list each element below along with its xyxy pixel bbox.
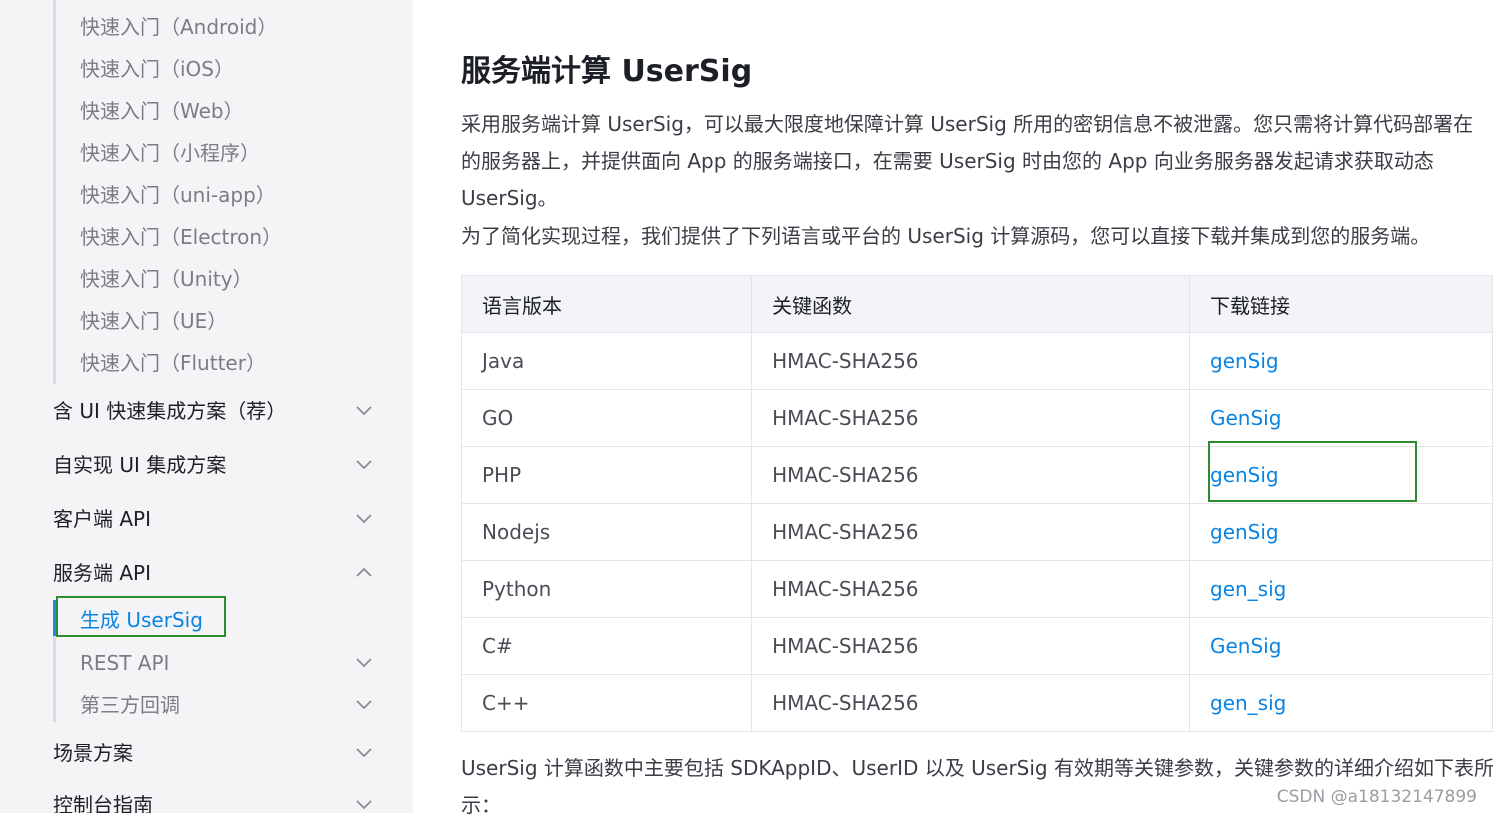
- outro-line-2: 示：: [461, 793, 501, 817]
- cell-language: Java: [460, 332, 753, 390]
- cell-function: HMAC-SHA256: [751, 560, 1190, 618]
- quickstart-group-line: [53, 0, 56, 384]
- sidebar-item-ue[interactable]: 快速入门（UE）: [80, 307, 227, 335]
- sidebar-section-scenarios[interactable]: 场景方案: [53, 738, 373, 768]
- highlight-box-sidebar: [56, 596, 226, 637]
- cell-function: HMAC-SHA256: [751, 446, 1190, 504]
- cell-function: HMAC-SHA256: [751, 503, 1190, 561]
- chevron-down-icon: [355, 697, 373, 711]
- table-row: C++ HMAC-SHA256 gen_sig: [460, 674, 1493, 732]
- chevron-down-icon: [355, 797, 373, 811]
- column-header-function: 关键函数: [751, 275, 1190, 333]
- download-link[interactable]: genSig: [1189, 503, 1493, 561]
- section-label: 客户端 API: [53, 507, 151, 531]
- chevron-down-icon: [355, 403, 373, 417]
- download-link[interactable]: GenSig: [1189, 389, 1493, 447]
- table-row: Nodejs HMAC-SHA256 genSig: [460, 503, 1493, 561]
- sidebar-section-console-guide[interactable]: 控制台指南: [53, 790, 373, 813]
- cell-language: Nodejs: [460, 503, 753, 561]
- sidebar-nav: 快速入门（Android） 快速入门（iOS） 快速入门（Web） 快速入门（小…: [0, 0, 413, 813]
- usersig-source-table: 语言版本 关键函数 下载链接 Java HMAC-SHA256 genSig G…: [460, 275, 1493, 732]
- sidebar-item-miniprogram[interactable]: 快速入门（小程序）: [80, 139, 260, 167]
- main-content: 服务端计算 UserSig 采用服务端计算 UserSig，可以最大限度地保障计…: [413, 0, 1493, 817]
- chevron-down-icon: [355, 745, 373, 759]
- download-link[interactable]: gen_sig: [1189, 560, 1493, 618]
- cell-language: GO: [460, 389, 753, 447]
- sidebar-item-unity[interactable]: 快速入门（Unity）: [80, 265, 253, 293]
- chevron-up-icon: [355, 565, 373, 579]
- table-row: C# HMAC-SHA256 GenSig: [460, 617, 1493, 675]
- item-label: 第三方回调: [80, 693, 180, 717]
- intro-line-3: UserSig。: [461, 186, 558, 210]
- highlight-box-php-link: [1208, 441, 1417, 502]
- watermark: CSDN @a18132147899: [1276, 787, 1477, 807]
- download-link[interactable]: gen_sig: [1189, 674, 1493, 732]
- download-link[interactable]: genSig: [1189, 332, 1493, 390]
- sidebar-section-server-api[interactable]: 服务端 API: [53, 558, 373, 588]
- table-row: Python HMAC-SHA256 gen_sig: [460, 560, 1493, 618]
- chevron-down-icon: [355, 655, 373, 669]
- sidebar-item-ios[interactable]: 快速入门（iOS）: [80, 55, 234, 83]
- section-label: 自实现 UI 集成方案: [53, 453, 227, 477]
- cell-language: PHP: [460, 446, 753, 504]
- cell-language: C#: [460, 617, 753, 675]
- cell-language: Python: [460, 560, 753, 618]
- sidebar-item-flutter[interactable]: 快速入门（Flutter）: [80, 349, 266, 377]
- page-title: 服务端计算 UserSig: [461, 54, 753, 89]
- table-header-row: 语言版本 关键函数 下载链接: [460, 275, 1493, 333]
- section-label: 场景方案: [53, 741, 133, 765]
- item-label: REST API: [80, 651, 170, 675]
- section-label: 含 UI 快速集成方案（荐）: [53, 399, 287, 423]
- sidebar-item-web[interactable]: 快速入门（Web）: [80, 97, 244, 125]
- sidebar-item-rest-api[interactable]: REST API: [53, 648, 373, 678]
- sidebar-item-uniapp[interactable]: 快速入门（uni-app）: [80, 181, 276, 209]
- section-label: 控制台指南: [53, 793, 153, 813]
- sidebar-item-android[interactable]: 快速入门（Android）: [80, 13, 277, 41]
- sidebar-section-ui-integration[interactable]: 含 UI 快速集成方案（荐）: [53, 396, 373, 426]
- sidebar-section-custom-ui[interactable]: 自实现 UI 集成方案: [53, 450, 373, 480]
- intro-line-1: 采用服务端计算 UserSig，可以最大限度地保障计算 UserSig 所用的密…: [461, 112, 1474, 136]
- table-row: Java HMAC-SHA256 genSig: [460, 332, 1493, 390]
- column-header-download: 下载链接: [1189, 275, 1493, 333]
- sidebar-item-electron[interactable]: 快速入门（Electron）: [80, 223, 282, 251]
- column-header-language: 语言版本: [460, 275, 753, 333]
- sidebar-section-client-api[interactable]: 客户端 API: [53, 504, 373, 534]
- download-link[interactable]: GenSig: [1189, 617, 1493, 675]
- cell-function: HMAC-SHA256: [751, 332, 1190, 390]
- chevron-down-icon: [355, 511, 373, 525]
- intro-line-2: 的服务器上，并提供面向 App 的服务端接口，在需要 UserSig 时由您的 …: [461, 149, 1434, 173]
- cell-function: HMAC-SHA256: [751, 389, 1190, 447]
- chevron-down-icon: [355, 457, 373, 471]
- intro-line-4: 为了简化实现过程，我们提供了下列语言或平台的 UserSig 计算源码，您可以直…: [461, 224, 1431, 248]
- section-label: 服务端 API: [53, 561, 151, 585]
- cell-function: HMAC-SHA256: [751, 674, 1190, 732]
- cell-language: C++: [460, 674, 753, 732]
- sidebar-item-callback[interactable]: 第三方回调: [53, 690, 373, 720]
- outro-line-1: UserSig 计算函数中主要包括 SDKAppID、UserID 以及 Use…: [461, 756, 1493, 780]
- table-row: GO HMAC-SHA256 GenSig: [460, 389, 1493, 447]
- cell-function: HMAC-SHA256: [751, 617, 1190, 675]
